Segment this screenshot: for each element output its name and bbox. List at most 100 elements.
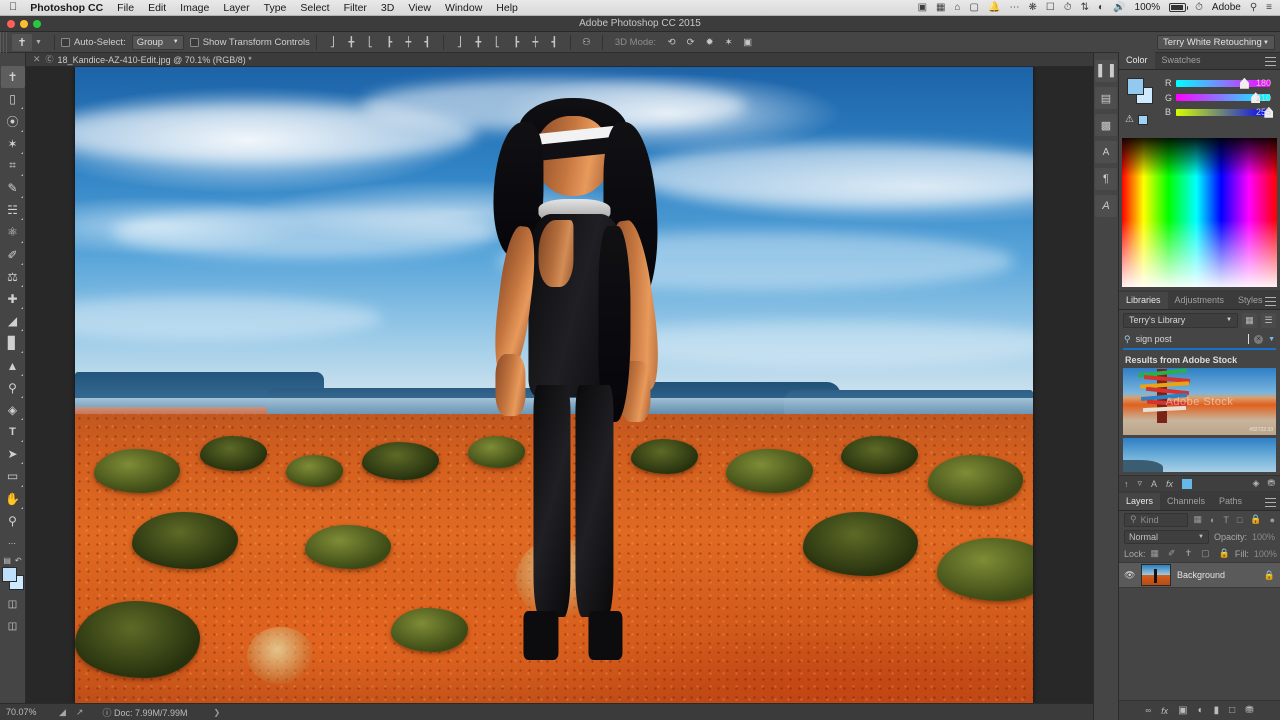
tab-color[interactable]: Color [1119,52,1155,69]
upload-icon[interactable]: ↑ [1124,479,1129,489]
new-group-icon[interactable]: ▮ [1214,705,1220,716]
layer-filter-kind-dropdown[interactable]: ⚲ Kind [1124,512,1189,527]
dodge-tool[interactable]: ⚲ [1,377,25,399]
tool-preset-chevron-down-icon[interactable]: ▼ [32,39,48,46]
distribute-left-edges-button[interactable]: ┣ [508,34,525,51]
chevron-right-icon[interactable]: ❯ [188,708,221,717]
channel-value-g[interactable]: 210 [1256,93,1271,103]
lock-icon[interactable]: 🔒 [1264,570,1275,581]
lock-artboard-icon[interactable]: ▢ [1201,548,1210,559]
magic-wand-tool[interactable]: ✶ [1,133,25,155]
chevron-down-icon[interactable]: ▼ [1268,336,1275,343]
rotate-3d-icon[interactable]: ⟲ [663,34,680,51]
filter-shape-icon[interactable]: □ [1237,515,1242,525]
menu-window[interactable]: Window [438,2,489,14]
canvas-area[interactable] [26,67,1093,703]
paragraph-panel-icon[interactable]: ¶ [1095,168,1117,190]
airplay-icon[interactable]: ☐ [1046,2,1055,13]
menu-file[interactable]: File [110,2,141,14]
quick-mask-mode-icon[interactable]: ◫ [1,593,25,615]
layer-row-background[interactable]: 👁 Background 🔒 [1119,562,1280,588]
slide-3d-icon[interactable]: ✶ [720,34,737,51]
lasso-tool[interactable]: ⦿ [1,110,25,132]
display-icon[interactable]: ▦ [936,2,945,13]
web-safe-color-swatch[interactable] [1137,114,1148,125]
menu-type[interactable]: Type [257,2,294,14]
menu-edit[interactable]: Edit [141,2,173,14]
close-icon[interactable]: ✕ [26,54,46,65]
new-layer-icon[interactable]: □ [1229,705,1235,716]
out-of-gamut-warning-icon[interactable]: ⚠ [1125,114,1134,125]
time-machine-icon[interactable]: ⏱ [1064,2,1072,13]
lock-image-pixels-icon[interactable]: ✐ [1168,548,1176,559]
pen-tool[interactable]: ◈ [1,399,25,421]
search-icon[interactable]: ⚲ [1250,2,1257,13]
account-label[interactable]: Adobe [1212,2,1241,13]
channel-value-r[interactable]: 180 [1256,78,1271,88]
document-tab-title[interactable]: 18_Kandice-AZ-410-Edit.jpg @ 70.1% (RGB/… [58,55,252,65]
layer-thumbnail[interactable] [1141,564,1171,586]
patch-tool[interactable]: ⚛ [1,221,25,243]
zoom-tool[interactable]: ⚲ [1,510,25,532]
close-button[interactable] [7,20,15,28]
adjustment-layer-icon[interactable]: ◐ [1198,705,1204,716]
ellipsis-icon[interactable]: ⋯ [1009,2,1019,13]
horizontal-type-tool[interactable]: T [1,421,25,443]
scale-3d-icon[interactable]: ▣ [739,34,756,51]
add-color-icon[interactable] [1182,478,1193,489]
panel-menu-icon[interactable] [1265,498,1276,507]
minimize-button[interactable] [20,20,28,28]
distribute-vertical-centers-button[interactable]: ╋ [470,34,487,51]
drag-3d-icon[interactable]: ✹ [701,34,718,51]
brush-tool[interactable]: ✐ [1,244,25,266]
add-text-style-icon[interactable]: A [1151,479,1157,489]
spectrum-gradient[interactable] [1122,138,1277,287]
tab-swatches[interactable]: Swatches [1155,52,1208,69]
zoom-level-field[interactable]: 70.07% [0,707,54,717]
foreground-color-chip[interactable] [1,567,17,583]
workspace-switcher[interactable]: Terry White Retouching ▼ [1157,35,1275,50]
align-options-icon[interactable]: ⚇ [578,34,595,51]
dropbox-icon[interactable]: ❋ [1028,2,1036,13]
histogram-panel-icon[interactable]: ▌▐ [1095,60,1117,82]
menu-select[interactable]: Select [293,2,336,14]
notification-center-icon[interactable]: ≡ [1266,2,1272,13]
edit-toolbar-button[interactable]: ⋯ [1,532,25,554]
lock-transparent-pixels-icon[interactable]: ▦ [1151,548,1160,559]
home-icon[interactable]: ⌂ [955,2,961,13]
menu-3d[interactable]: 3D [374,2,401,14]
library-dropdown[interactable]: Terry's Library ▼ [1123,312,1238,328]
gradient-tool[interactable]: ▊ [1,332,25,354]
distribute-right-edges-button[interactable]: ┫ [546,34,563,51]
properties-panel-icon[interactable]: ▤ [1095,87,1117,109]
crop-tool[interactable]: ⌗ [1,155,25,177]
zoom-button[interactable] [33,20,41,28]
menu-layer[interactable]: Layer [216,2,256,14]
lock-all-icon[interactable]: 🔒 [1219,548,1230,559]
align-bottom-edges-button[interactable]: ⎣ [362,34,379,51]
battery-icon[interactable] [1169,3,1189,12]
hand-tool[interactable]: ✋ [1,488,25,510]
lock-position-icon[interactable]: ✝ [1185,548,1193,559]
tab-styles[interactable]: Styles [1231,292,1270,309]
channel-value-b[interactable]: 255 [1256,107,1271,117]
grid-view-icon[interactable]: ▦ [1242,312,1257,328]
align-vertical-centers-button[interactable]: ╋ [343,34,360,51]
tab-adjustments[interactable]: Adjustments [1168,292,1232,309]
filter-adjustment-icon[interactable]: ◐ [1210,515,1215,525]
apple-icon[interactable]:  [0,2,28,13]
eyedropper-tool[interactable]: ✎ [1,177,25,199]
resize-grip-icon[interactable]: ◢ [54,707,71,718]
fill-value[interactable]: 100% [1254,549,1277,559]
bell-icon[interactable]: 🔔 [988,2,1000,13]
sky-stock-thumbnail[interactable] [1123,438,1276,472]
panel-menu-icon[interactable] [1265,57,1276,66]
color-spectrum-ramp[interactable] [1119,135,1280,290]
move-tool-icon[interactable]: ✝ [12,33,32,51]
eye-icon[interactable]: 👁 [1124,570,1135,581]
options-bar-grip[interactable] [0,31,8,53]
character-styles-panel-icon[interactable]: A [1095,195,1117,217]
library-search-row[interactable]: ⚲ sign post ✕ ▼ [1119,330,1280,348]
clock-icon[interactable]: ⏱ [1195,2,1203,13]
add-layer-style-icon[interactable]: fx [1166,479,1173,489]
